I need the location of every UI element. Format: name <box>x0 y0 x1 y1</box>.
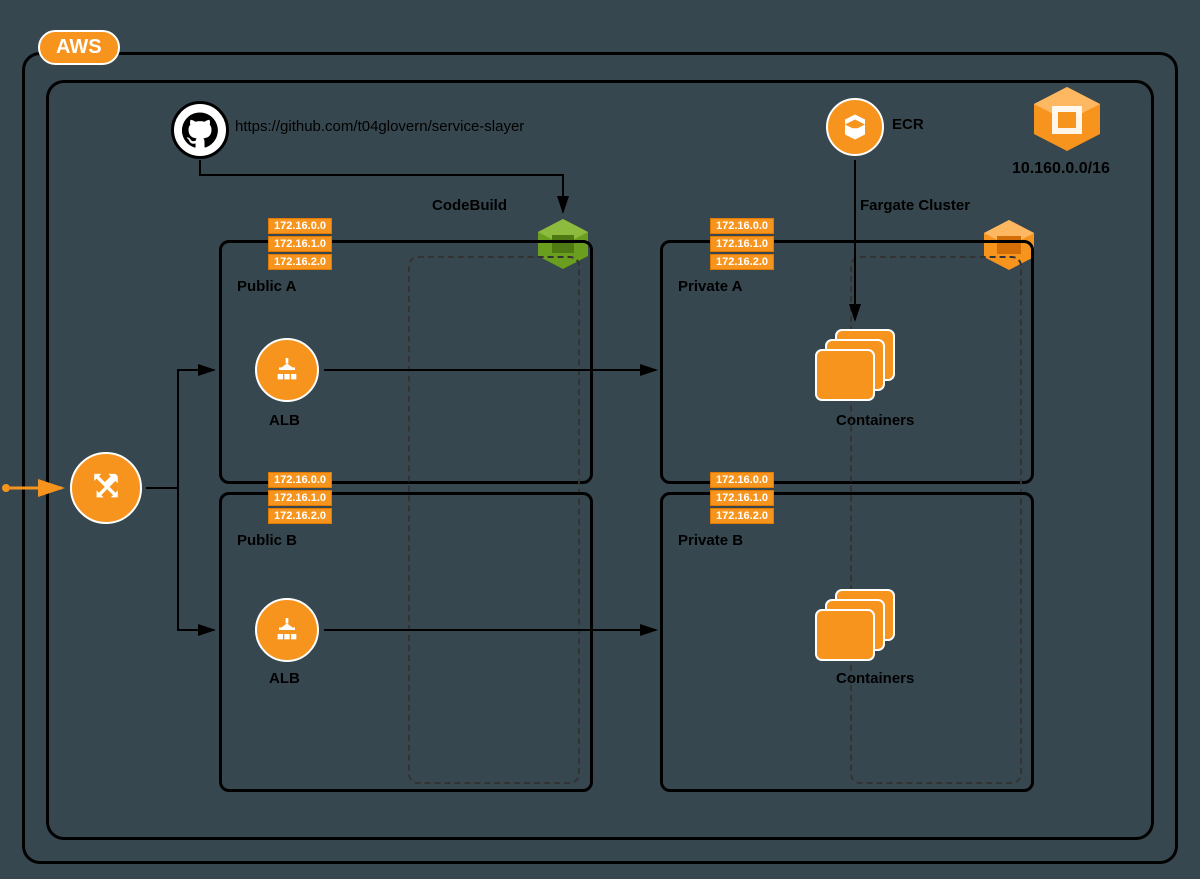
cidr: 172.16.0.0 <box>268 472 332 488</box>
public-a-label: Public A <box>237 278 296 295</box>
ecr-icon <box>826 98 884 156</box>
ingress-icon <box>70 452 142 524</box>
alb-icon-b <box>255 598 319 662</box>
cidr: 172.16.2.0 <box>268 508 332 524</box>
vpc-service-icon <box>1028 84 1106 159</box>
cidr: 172.16.1.0 <box>710 236 774 252</box>
fargate-label: Fargate Cluster <box>860 197 970 214</box>
cidr: 172.16.1.0 <box>268 490 332 506</box>
containers-a-label: Containers <box>836 412 914 429</box>
public-b-cidrs: 172.16.0.0 172.16.1.0 172.16.2.0 <box>268 472 332 524</box>
aws-cloud-badge: AWS <box>38 30 120 65</box>
ecr-label: ECR <box>892 116 924 133</box>
github-icon <box>171 101 229 159</box>
cidr: 172.16.0.0 <box>710 218 774 234</box>
cidr: 172.16.1.0 <box>710 490 774 506</box>
github-url: https://github.com/t04glovern/service-sl… <box>235 118 524 135</box>
containers-b-label: Containers <box>836 670 914 687</box>
private-a-label: Private A <box>678 278 742 295</box>
alb-b-label: ALB <box>269 670 300 687</box>
vpc-cidr-label: 10.160.0.0/16 <box>1012 160 1110 178</box>
private-b-cidrs: 172.16.0.0 172.16.1.0 172.16.2.0 <box>710 472 774 524</box>
codebuild-label: CodeBuild <box>432 197 507 214</box>
cidr: 172.16.0.0 <box>268 218 332 234</box>
cidr: 172.16.2.0 <box>710 508 774 524</box>
public-b-label: Public B <box>237 532 297 549</box>
containers-b-icon <box>812 586 902 671</box>
alb-a-label: ALB <box>269 412 300 429</box>
public-a-cidrs: 172.16.0.0 172.16.1.0 172.16.2.0 <box>268 218 332 270</box>
containers-a-icon <box>812 326 902 411</box>
alb-icon-a <box>255 338 319 402</box>
cidr: 172.16.0.0 <box>710 472 774 488</box>
private-a-cidrs: 172.16.0.0 172.16.1.0 172.16.2.0 <box>710 218 774 270</box>
cidr: 172.16.1.0 <box>268 236 332 252</box>
cidr: 172.16.2.0 <box>268 254 332 270</box>
private-b-label: Private B <box>678 532 743 549</box>
cidr: 172.16.2.0 <box>710 254 774 270</box>
